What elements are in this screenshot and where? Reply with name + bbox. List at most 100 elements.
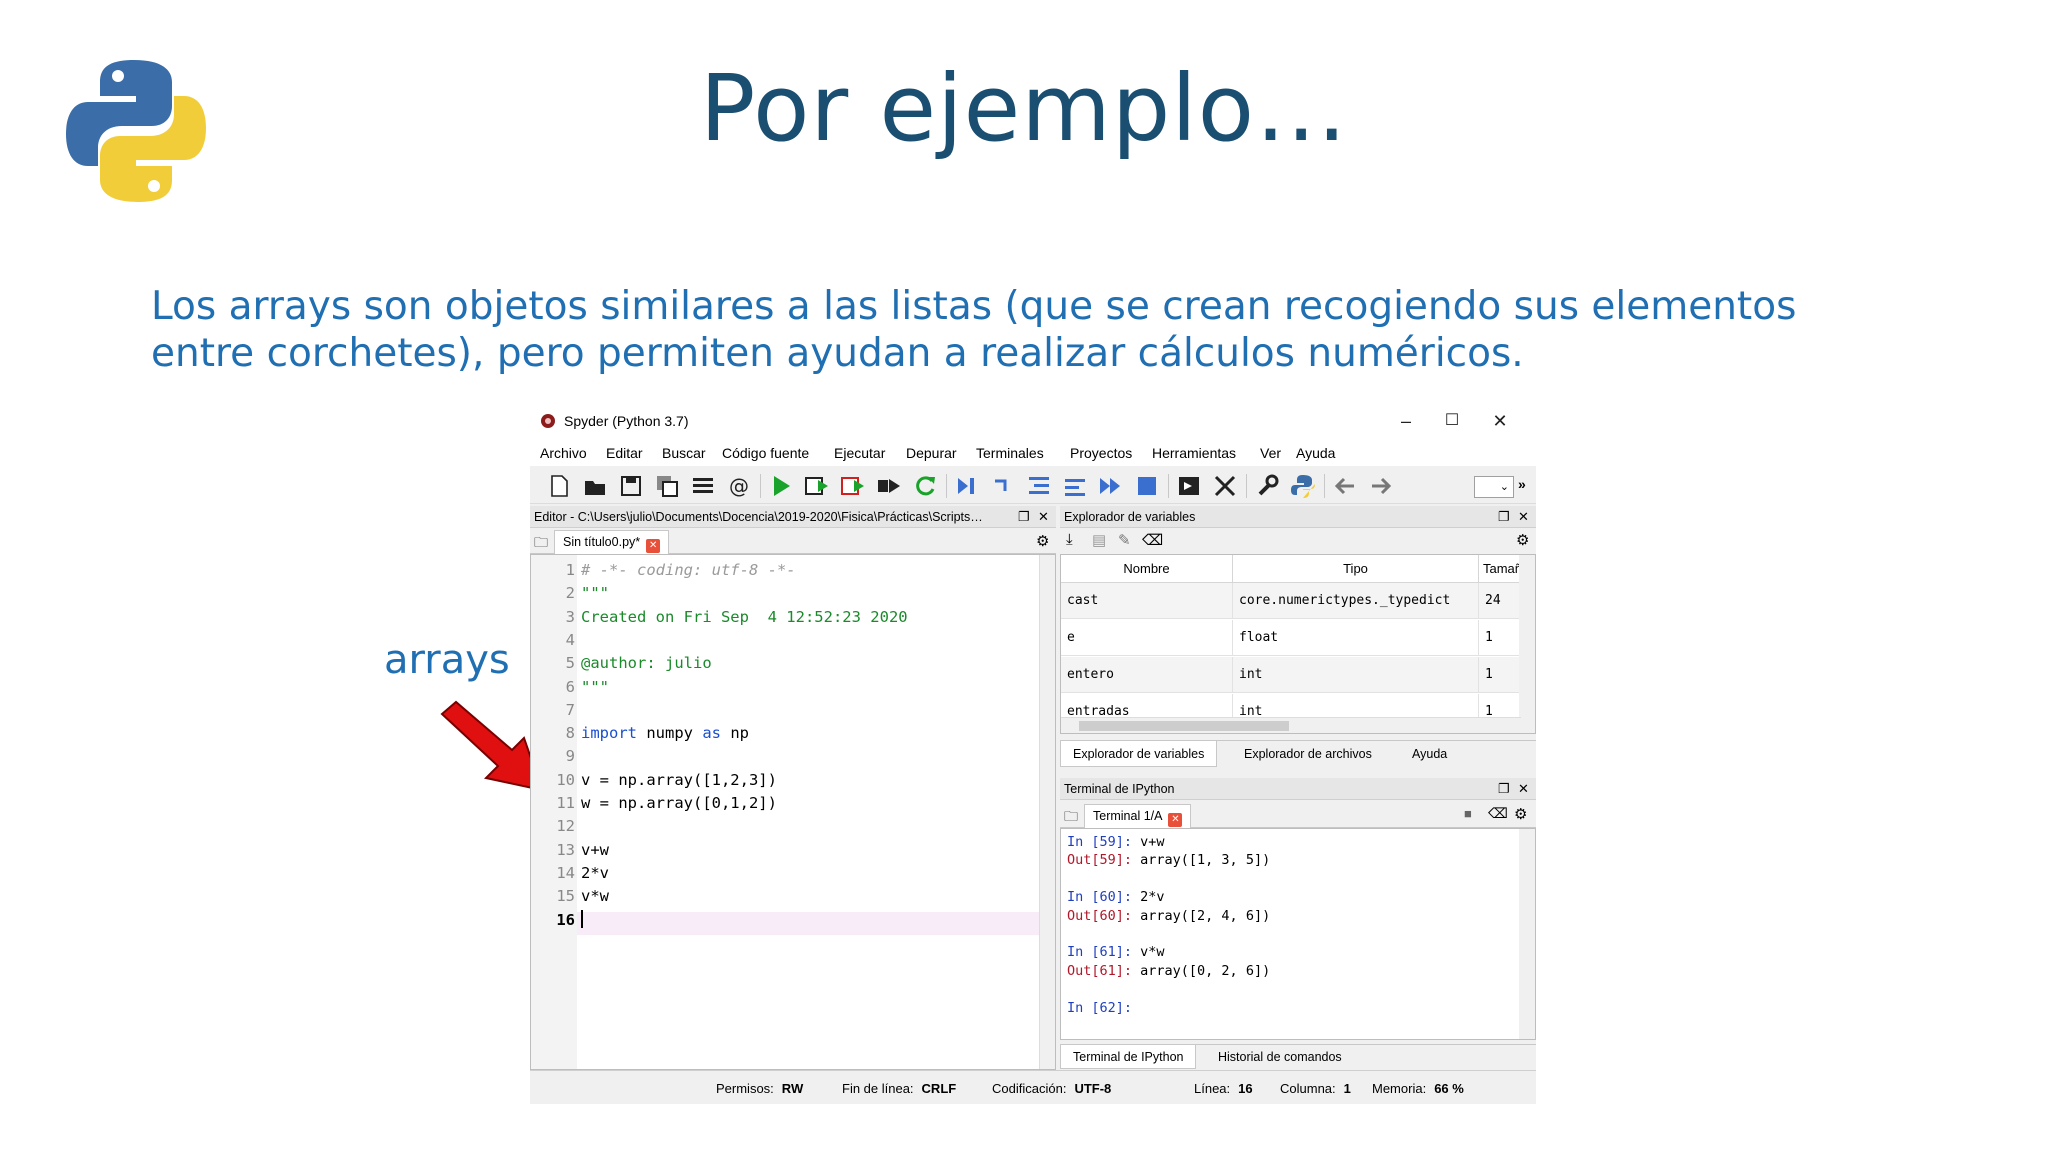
terminal-bottom-tabs: Terminal de IPython Historial de comando… xyxy=(1060,1044,1536,1069)
toolbar-overflow-icon[interactable]: » xyxy=(1518,476,1526,492)
menu-editar[interactable]: Editar xyxy=(606,445,643,461)
close-terminal-pane-icon[interactable]: ✕ xyxy=(1518,778,1529,800)
tab-historial-comandos[interactable]: Historial de comandos xyxy=(1206,1045,1354,1069)
python-path-icon[interactable] xyxy=(1290,473,1316,499)
variable-table-horizontal-scrollbar[interactable] xyxy=(1061,717,1521,733)
menu-ejecutar[interactable]: Ejecutar xyxy=(834,445,885,461)
menu-ver[interactable]: Ver xyxy=(1260,445,1281,461)
stop-kernel-icon[interactable]: ■ xyxy=(1464,806,1472,821)
stop-debug-icon[interactable] xyxy=(1134,473,1160,499)
code-line: 8 import numpy as np xyxy=(531,722,1055,745)
variable-size-cell[interactable]: 1 xyxy=(1479,620,1521,656)
column-header-nombre[interactable]: Nombre xyxy=(1061,555,1233,583)
menu-depurar[interactable]: Depurar xyxy=(906,445,957,461)
remove-all-variables-icon[interactable]: ⌫ xyxy=(1142,531,1163,549)
save-data-as-icon[interactable]: ✎ xyxy=(1118,531,1131,549)
step-into-icon[interactable] xyxy=(1026,473,1052,499)
console-text: array([0, 2, 6]) xyxy=(1140,962,1271,979)
line-number: 7 xyxy=(565,700,575,719)
tab-explorador-archivos[interactable]: Explorador de archivos xyxy=(1232,741,1384,767)
ipython-console[interactable]: In [59]: v+w Out[59]: array([1, 3, 5]) In … xyxy=(1060,828,1536,1040)
variable-table-vertical-scrollbar[interactable] xyxy=(1519,555,1535,733)
rerun-icon[interactable] xyxy=(912,473,938,499)
close-tab-icon[interactable]: ✕ xyxy=(646,539,661,553)
console-line: Out[61]: array([0, 2, 6]) xyxy=(1067,962,1270,980)
status-linea: Línea: 16 xyxy=(1194,1081,1253,1096)
close-terminal-tab-icon[interactable]: ✕ xyxy=(1168,813,1183,827)
minimize-button[interactable]: – xyxy=(1384,408,1428,434)
maximize-button[interactable]: ☐ xyxy=(1430,408,1474,434)
undock-terminal-icon[interactable]: ❐ xyxy=(1498,778,1510,800)
step-icon[interactable] xyxy=(990,473,1016,499)
variable-name-cell[interactable]: entero xyxy=(1061,657,1233,693)
import-data-icon[interactable]: ⤓ xyxy=(1066,531,1073,548)
text-caret xyxy=(581,909,583,928)
tab-ayuda[interactable]: Ayuda xyxy=(1400,741,1459,767)
run-icon[interactable] xyxy=(768,473,794,499)
menu-terminales[interactable]: Terminales xyxy=(976,445,1044,461)
run-cell-icon[interactable] xyxy=(804,473,830,499)
slide-title: Por ejemplo… xyxy=(699,55,1349,162)
forward-arrow-icon[interactable] xyxy=(1368,473,1394,499)
tab-sin-titulo0[interactable]: Sin título0.py* ✕ xyxy=(554,530,670,554)
close-editor-pane-icon[interactable]: ✕ xyxy=(1038,506,1049,528)
undock-variable-explorer-icon[interactable]: ❐ xyxy=(1498,506,1510,528)
open-folder-icon[interactable] xyxy=(582,473,608,499)
code-text xyxy=(581,909,583,932)
menu-proyectos[interactable]: Proyectos xyxy=(1070,445,1132,461)
variable-name-cell[interactable]: cast xyxy=(1061,583,1233,619)
variable-explorer-options-gear-icon[interactable]: ⚙ xyxy=(1516,531,1529,549)
column-header-tipo[interactable]: Tipo xyxy=(1233,555,1479,583)
column-header-tamano[interactable]: Tamaño xyxy=(1479,555,1521,583)
undock-editor-icon[interactable]: ❐ xyxy=(1018,506,1030,528)
working-directory-combo[interactable]: ⌄ xyxy=(1474,476,1514,498)
tab-terminal-1a[interactable]: Terminal 1/A ✕ xyxy=(1084,804,1192,828)
variable-size-cell[interactable]: 1 xyxy=(1479,657,1521,693)
console-prompt: In [61]: xyxy=(1067,944,1141,961)
menu-herramientas[interactable]: Herramientas xyxy=(1152,445,1236,461)
terminal-options-gear-icon[interactable]: ⚙ xyxy=(1514,805,1527,823)
debug-icon[interactable] xyxy=(954,473,980,499)
save-data-icon[interactable]: ▤ xyxy=(1092,531,1106,549)
save-icon[interactable] xyxy=(618,473,644,499)
variable-table: Nombre Tipo Tamaño castcore.numerictypes… xyxy=(1060,554,1536,734)
new-file-icon[interactable] xyxy=(546,473,572,499)
code-line: 9 xyxy=(531,745,1055,768)
console-prompt: Out[60]: xyxy=(1067,907,1141,924)
code-editor[interactable]: 1 # -*- coding: utf-8 -*- 2 """ 3 Created on … xyxy=(530,554,1056,1070)
code-line: 15 v*w xyxy=(531,885,1055,908)
run-selection-icon[interactable] xyxy=(876,473,902,499)
browse-tabs-icon[interactable]: 🗀 xyxy=(534,532,548,556)
browse-consoles-icon[interactable]: 🗀 xyxy=(1064,806,1078,830)
menu-ayuda[interactable]: Ayuda xyxy=(1296,445,1335,461)
close-window-button[interactable]: ✕ xyxy=(1478,408,1522,434)
variable-type-cell[interactable]: int xyxy=(1233,657,1479,693)
at-sign-icon[interactable]: @ xyxy=(726,473,752,499)
list-icon[interactable] xyxy=(690,473,716,499)
tab-terminal-ipython[interactable]: Terminal de IPython xyxy=(1060,1045,1197,1069)
run-cell-advance-icon[interactable] xyxy=(840,473,866,499)
step-return-icon[interactable] xyxy=(1062,473,1088,499)
code-text: v = np.array([1,2,3]) xyxy=(581,770,777,789)
variable-name-cell[interactable]: e xyxy=(1061,620,1233,656)
back-arrow-icon[interactable] xyxy=(1332,473,1358,499)
clear-console-icon[interactable]: ⌫ xyxy=(1488,805,1508,822)
menu-buscar[interactable]: Buscar xyxy=(662,445,706,461)
save-all-icon[interactable] xyxy=(654,473,680,499)
maximize-pane-icon[interactable] xyxy=(1176,473,1202,499)
continue-icon[interactable] xyxy=(1098,473,1124,499)
menu-codigo-fuente[interactable]: Código fuente xyxy=(722,445,809,461)
preferences-wrench-icon[interactable] xyxy=(1254,473,1280,499)
tab-explorador-variables[interactable]: Explorador de variables xyxy=(1060,741,1218,767)
editor-options-gear-icon[interactable]: ⚙ xyxy=(1036,532,1049,550)
menu-archivo[interactable]: Archivo xyxy=(540,445,587,461)
console-vertical-scrollbar[interactable] xyxy=(1519,829,1535,1039)
fullscreen-icon[interactable] xyxy=(1212,473,1238,499)
close-variable-explorer-icon[interactable]: ✕ xyxy=(1518,506,1529,528)
line-number: 12 xyxy=(556,817,575,836)
variable-size-cell[interactable]: 24 xyxy=(1479,583,1521,619)
console-prompt: Out[61]: xyxy=(1067,962,1141,979)
variable-type-cell[interactable]: float xyxy=(1233,620,1479,656)
editor-vertical-scrollbar[interactable] xyxy=(1039,555,1055,1069)
variable-type-cell[interactable]: core.numerictypes._typedict xyxy=(1233,583,1479,619)
